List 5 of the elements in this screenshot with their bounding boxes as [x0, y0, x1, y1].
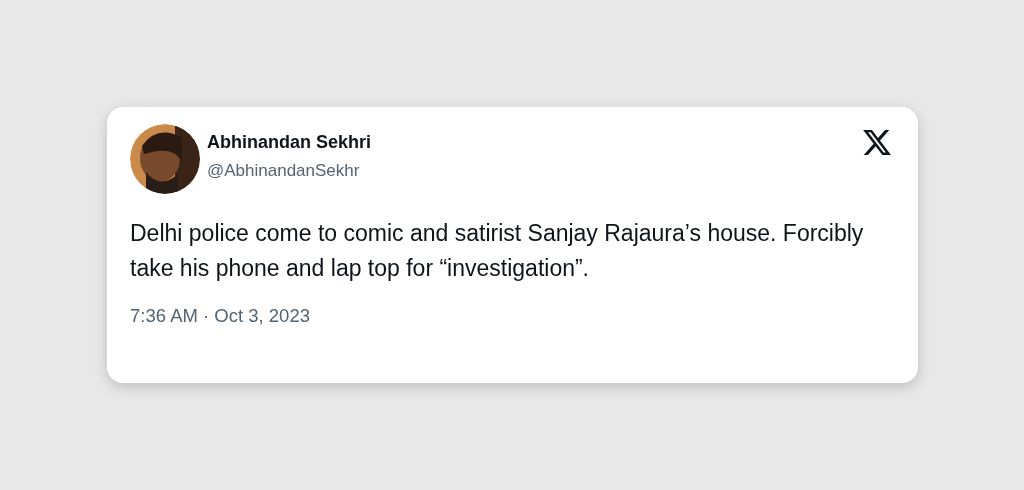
author-handle[interactable]: @AbhinandanSekhr — [207, 161, 372, 181]
x-logo-icon[interactable] — [861, 127, 893, 158]
author-name[interactable]: Abhinandan Sekhri — [207, 132, 372, 153]
tweet-timestamp[interactable]: 7:36 AM · Oct 3, 2023 — [130, 305, 310, 327]
tweet-text: Delhi police come to comic and satirist Sanjay Rajaura’s house. Forcibly take his phone and lap top for “investigation”. — [130, 219, 865, 283]
